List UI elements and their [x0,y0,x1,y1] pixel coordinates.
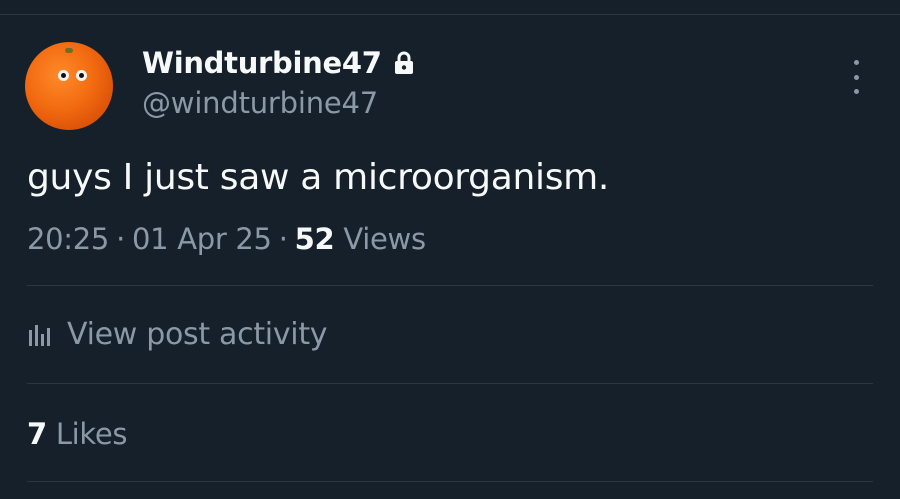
more-vertical-icon [853,60,859,65]
avatar[interactable] [25,42,113,130]
more-options-button[interactable] [842,60,870,94]
post-meta: 20:25 · 01 Apr 25 · 52 Views [27,221,426,257]
avatar-stem [65,48,73,53]
views-label: Views [343,222,426,256]
likes-count: 7 [27,417,47,451]
top-divider [0,14,900,15]
meta-separator: · [116,222,125,256]
lock-icon [394,51,414,75]
more-vertical-icon-dot [853,74,859,80]
views-count: 52 [294,222,335,256]
post-text: guys I just saw a microorganism. [27,157,610,198]
view-post-activity-button[interactable]: View post activity [27,316,328,354]
author-name-row: Windturbine47 [142,46,414,80]
avatar-left-eye [58,70,69,81]
more-vertical-icon-dot [853,89,859,94]
likes-label: Likes [55,417,128,451]
post-date[interactable]: 01 Apr 25 [132,222,272,256]
divider [27,285,873,286]
view-post-activity-label: View post activity [67,317,328,352]
avatar-right-eye [76,70,87,81]
post-time[interactable]: 20:25 [27,222,109,256]
divider [27,383,873,384]
divider [27,481,873,482]
bar-chart-icon [27,322,53,348]
author-display-name[interactable]: Windturbine47 [142,46,382,80]
likes-link[interactable]: 7 Likes [27,416,128,452]
meta-separator: · [278,222,288,256]
post-detail-screen: Windturbine47 @windturbine47 guys I just… [0,0,900,499]
author-handle[interactable]: @windturbine47 [142,86,378,120]
